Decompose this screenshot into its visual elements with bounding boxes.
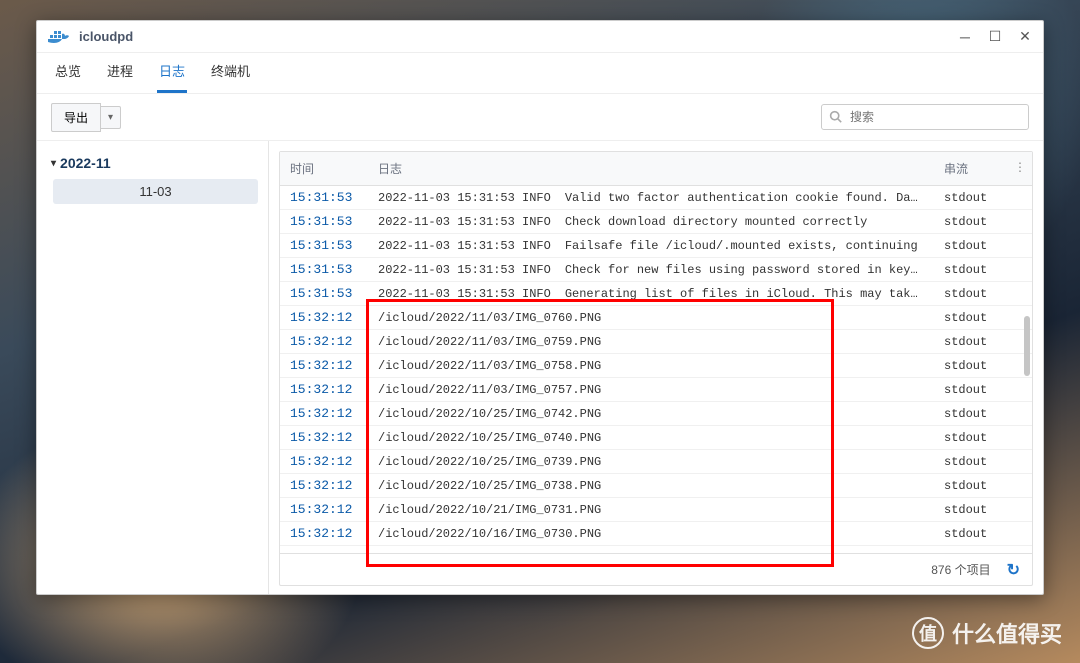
tab-logs[interactable]: 日志 xyxy=(157,53,187,93)
search-icon xyxy=(829,110,842,126)
scrollbar-thumb[interactable] xyxy=(1024,316,1030,376)
table-body: 15:31:532022-11-03 15:31:53 INFOValid tw… xyxy=(280,186,1032,553)
table-row[interactable]: 15:31:532022-11-03 15:31:53 INFOCheck do… xyxy=(280,210,1032,234)
cell-log: /icloud/2022/10/25/IMG_0742.PNG xyxy=(368,403,934,425)
item-count: 876 个项目 xyxy=(931,561,990,578)
cell-log: /icloud/2022/11/03/IMG_0757.PNG xyxy=(368,379,934,401)
table-row[interactable]: 15:32:12/icloud/2022/10/21/IMG_0731.PNGs… xyxy=(280,498,1032,522)
table-row[interactable]: 15:31:532022-11-03 15:31:53 INFOGenerati… xyxy=(280,282,1032,306)
watermark: 值 什么值得买 xyxy=(912,617,1062,649)
cell-time: 15:31:53 xyxy=(280,234,368,257)
cell-log: 2022-11-03 15:31:53 INFOCheck for new fi… xyxy=(368,259,934,281)
toolbar: 导出 ▾ xyxy=(37,93,1043,141)
export-button[interactable]: 导出 xyxy=(51,103,101,132)
cell-stream: stdout xyxy=(934,451,1004,473)
cell-stream: stdout xyxy=(934,235,1004,257)
table-row[interactable]: 15:32:12/icloud/2022/11/03/IMG_0757.PNGs… xyxy=(280,378,1032,402)
table-header: 时间 日志 串流 ⋮ xyxy=(280,152,1032,186)
col-header-log[interactable]: 日志 xyxy=(368,152,934,185)
tab-process[interactable]: 进程 xyxy=(105,53,135,93)
cell-stream: stdout xyxy=(934,259,1004,281)
table-row[interactable]: 15:32:12/icloud/2022/10/16/IMG_0730.PNGs… xyxy=(280,522,1032,546)
col-header-menu[interactable]: ⋮ xyxy=(1004,152,1032,185)
col-header-time[interactable]: 时间 xyxy=(280,152,368,185)
app-window: icloudpd ─ ☐ ✕ 总览 进程 日志 终端机 导出 ▾ 2022-11… xyxy=(36,20,1044,595)
table-footer: 876 个项目 ↻ xyxy=(280,553,1032,585)
cell-log: 2022-11-03 15:31:53 INFOCheck download d… xyxy=(368,211,934,233)
table-row[interactable]: 15:31:532022-11-03 15:31:53 INFOValid tw… xyxy=(280,186,1032,210)
cell-time: 15:31:53 xyxy=(280,186,368,209)
cell-stream: stdout xyxy=(934,283,1004,305)
cell-time: 15:31:53 xyxy=(280,210,368,233)
minimize-button[interactable]: ─ xyxy=(957,29,973,45)
cell-log: /icloud/2022/11/03/IMG_0759.PNG xyxy=(368,331,934,353)
cell-time: 15:32:12 xyxy=(280,354,368,377)
search-input[interactable] xyxy=(821,104,1029,130)
table-row[interactable]: 15:32:12/icloud/2022/11/03/IMG_0759.PNGs… xyxy=(280,330,1032,354)
search-box xyxy=(821,104,1029,130)
cell-log: 2022-11-03 15:31:53 INFOFailsafe file /i… xyxy=(368,235,934,257)
table-row[interactable]: 15:31:532022-11-03 15:31:53 INFOFailsafe… xyxy=(280,234,1032,258)
table-row[interactable]: 15:31:532022-11-03 15:31:53 INFOCheck fo… xyxy=(280,258,1032,282)
cell-time: 15:32:12 xyxy=(280,306,368,329)
docker-whale-icon xyxy=(47,28,71,46)
cell-log: /icloud/2022/10/16/IMG_0730.PNG xyxy=(368,523,934,545)
table-row[interactable]: 15:32:12/icloud/2022/10/25/IMG_0742.PNGs… xyxy=(280,402,1032,426)
cell-stream: stdout xyxy=(934,499,1004,521)
cell-log: /icloud/2022/11/03/IMG_0760.PNG xyxy=(368,307,934,329)
sidebar: 2022-11 11-03 xyxy=(37,141,269,594)
table-row[interactable]: 15:32:12/icloud/2022/10/25/IMG_0738.PNGs… xyxy=(280,474,1032,498)
cell-log: 2022-11-03 15:31:53 INFOValid two factor… xyxy=(368,187,934,209)
cell-time: 15:32:12 xyxy=(280,402,368,425)
cell-log: /icloud/2022/10/25/IMG_0739.PNG xyxy=(368,451,934,473)
cell-stream: stdout xyxy=(934,475,1004,497)
window-title: icloudpd xyxy=(79,29,133,44)
export-dropdown-button[interactable]: ▾ xyxy=(101,106,121,129)
cell-log: /icloud/2022/11/03/IMG_0758.PNG xyxy=(368,355,934,377)
cell-time: 15:32:12 xyxy=(280,474,368,497)
cell-stream: stdout xyxy=(934,331,1004,353)
cell-stream: stdout xyxy=(934,187,1004,209)
table-row[interactable]: 15:32:12/icloud/2022/10/25/IMG_0739.PNGs… xyxy=(280,450,1032,474)
sidebar-group-label: 2022-11 xyxy=(60,155,111,171)
maximize-button[interactable]: ☐ xyxy=(987,29,1003,45)
watermark-icon: 值 xyxy=(912,617,944,649)
watermark-text: 什么值得买 xyxy=(952,617,1062,649)
tab-terminal[interactable]: 终端机 xyxy=(209,53,252,93)
cell-time: 15:32:12 xyxy=(280,522,368,545)
cell-stream: stdout xyxy=(934,307,1004,329)
refresh-button[interactable]: ↻ xyxy=(1007,560,1020,580)
tab-overview[interactable]: 总览 xyxy=(53,53,83,93)
cell-time: 15:31:53 xyxy=(280,282,368,305)
cell-stream: stdout xyxy=(934,211,1004,233)
cell-stream: stdout xyxy=(934,403,1004,425)
tab-bar: 总览 进程 日志 终端机 xyxy=(37,53,1043,93)
titlebar: icloudpd ─ ☐ ✕ xyxy=(37,21,1043,53)
cell-log: /icloud/2022/10/25/IMG_0738.PNG xyxy=(368,475,934,497)
cell-time: 15:31:53 xyxy=(280,258,368,281)
cell-time: 15:32:12 xyxy=(280,450,368,473)
cell-time: 15:32:12 xyxy=(280,330,368,353)
cell-log: /icloud/2022/10/25/IMG_0740.PNG xyxy=(368,427,934,449)
cell-log: 2022-11-03 15:31:53 INFOGenerating list … xyxy=(368,283,934,305)
table-row[interactable]: 15:32:12/icloud/2022/11/03/IMG_0760.PNGs… xyxy=(280,306,1032,330)
table-row[interactable]: 15:32:12/icloud/2022/10/25/IMG_0740.PNGs… xyxy=(280,426,1032,450)
log-panel: 时间 日志 串流 ⋮ 15:31:532022-11-03 15:31:53 I… xyxy=(269,141,1043,594)
cell-log: /icloud/2022/10/21/IMG_0731.PNG xyxy=(368,499,934,521)
cell-time: 15:32:12 xyxy=(280,498,368,521)
cell-time: 15:32:12 xyxy=(280,426,368,449)
cell-stream: stdout xyxy=(934,427,1004,449)
cell-stream: stdout xyxy=(934,523,1004,545)
cell-stream: stdout xyxy=(934,379,1004,401)
sidebar-date-item[interactable]: 11-03 xyxy=(53,179,258,204)
table-row[interactable]: 15:32:12/icloud/2022/11/03/IMG_0758.PNGs… xyxy=(280,354,1032,378)
col-header-stream[interactable]: 串流 xyxy=(934,152,1004,185)
sidebar-group[interactable]: 2022-11 xyxy=(47,151,258,175)
cell-stream: stdout xyxy=(934,355,1004,377)
close-button[interactable]: ✕ xyxy=(1017,29,1033,45)
cell-time: 15:32:12 xyxy=(280,378,368,401)
